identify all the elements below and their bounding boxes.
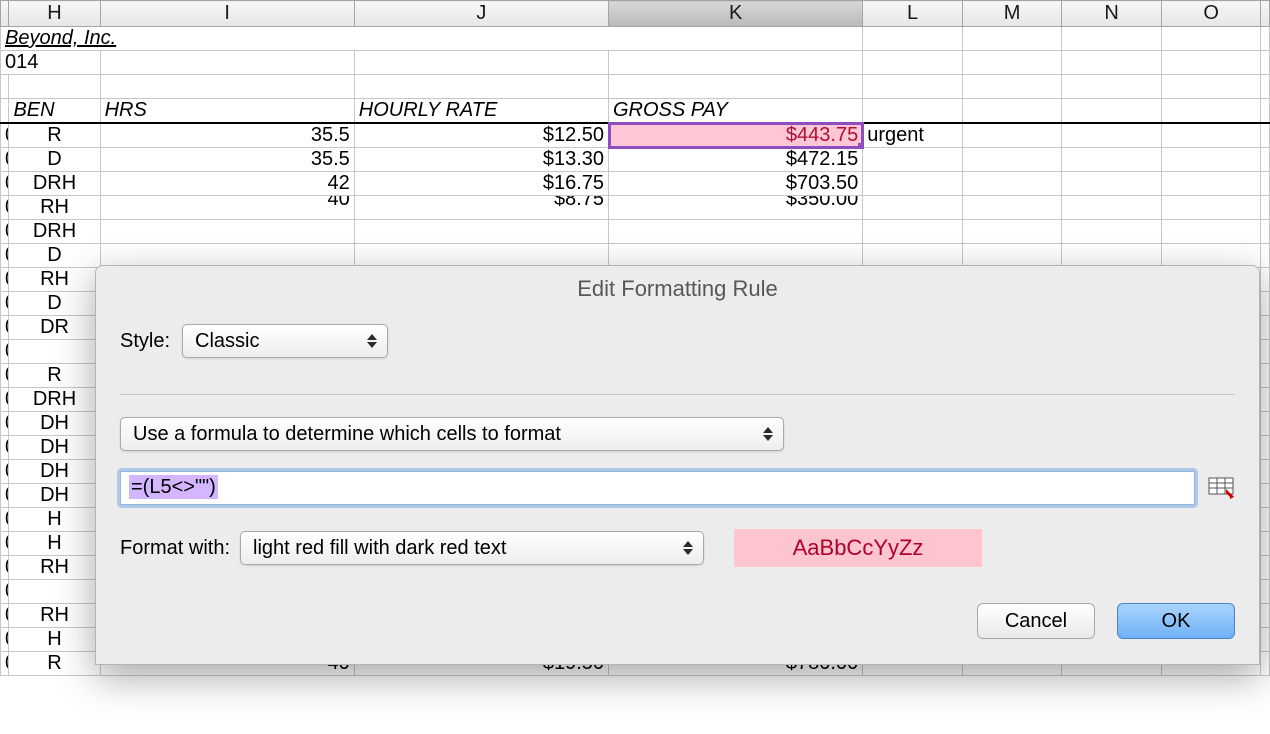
format-with-value: light red fill with dark red text <box>253 537 506 560</box>
table-row[interactable]: 086 R 35.5 $12.50 $443.75 urgent <box>1 123 1270 148</box>
hdr-gross-pay: GROSS PAY <box>609 99 863 124</box>
format-with-label: Format with: <box>120 537 230 560</box>
hdr-hourly-rate: HOURLY RATE <box>354 99 608 124</box>
formula-text: =(L5<>"") <box>129 475 218 499</box>
col-header-L[interactable]: L <box>863 1 963 27</box>
subtitle-row[interactable]: 014 <box>1 51 1270 75</box>
divider <box>120 394 1235 395</box>
table-row[interactable]: 085 D 35.5 $13.30 $472.15 <box>1 148 1270 172</box>
rule-type-value: Use a formula to determine which cells t… <box>133 423 561 446</box>
col-header-I[interactable]: I <box>100 1 354 27</box>
table-row[interactable]: 083DRH <box>1 220 1270 244</box>
table-row[interactable]: 088 RH 40 $8.75 $350.00 <box>1 196 1270 220</box>
table-header-row[interactable]: BEN HRS HOURLY RATE GROSS PAY <box>1 99 1270 124</box>
style-select-value: Classic <box>195 330 259 353</box>
title-row[interactable]: Beyond, Inc. <box>1 27 1270 51</box>
col-header-N[interactable]: N <box>1062 1 1162 27</box>
date-fragment[interactable]: 014 <box>1 51 101 75</box>
company-title[interactable]: Beyond, Inc. <box>1 27 863 51</box>
col-header-O[interactable]: O <box>1161 1 1261 27</box>
chevron-updown-icon <box>681 541 695 555</box>
hdr-ben: BEN <box>9 99 100 124</box>
edit-formatting-rule-dialog: Edit Formatting Rule Style: Classic Use … <box>95 265 1260 665</box>
dialog-title: Edit Formatting Rule <box>96 266 1259 312</box>
cancel-button[interactable]: Cancel <box>977 603 1095 639</box>
chevron-updown-icon <box>365 334 379 348</box>
col-header-K[interactable]: K <box>609 1 863 27</box>
hdr-hrs: HRS <box>100 99 354 124</box>
ok-button[interactable]: OK <box>1117 603 1235 639</box>
style-label: Style: <box>120 330 170 353</box>
format-preview: AaBbCcYyZz <box>734 529 982 567</box>
table-row[interactable]: 087D <box>1 244 1270 268</box>
style-select[interactable]: Classic <box>182 324 388 358</box>
range-picker-button[interactable] <box>1207 476 1235 500</box>
table-row[interactable]: 090 DRH 42 $16.75 $703.50 <box>1 172 1270 196</box>
rule-type-select[interactable]: Use a formula to determine which cells t… <box>120 417 784 451</box>
col-header-J[interactable]: J <box>354 1 608 27</box>
chevron-updown-icon <box>761 427 775 441</box>
blank-row[interactable] <box>1 75 1270 99</box>
col-header-M[interactable]: M <box>962 1 1062 27</box>
col-header-H[interactable]: H <box>9 1 100 27</box>
format-with-select[interactable]: light red fill with dark red text <box>240 531 704 565</box>
active-cell[interactable]: $443.75 <box>609 123 863 148</box>
column-header-row[interactable]: H I J K L M N O <box>1 1 1270 27</box>
range-picker-icon <box>1208 477 1234 499</box>
formula-input[interactable]: =(L5<>"") <box>120 471 1195 505</box>
